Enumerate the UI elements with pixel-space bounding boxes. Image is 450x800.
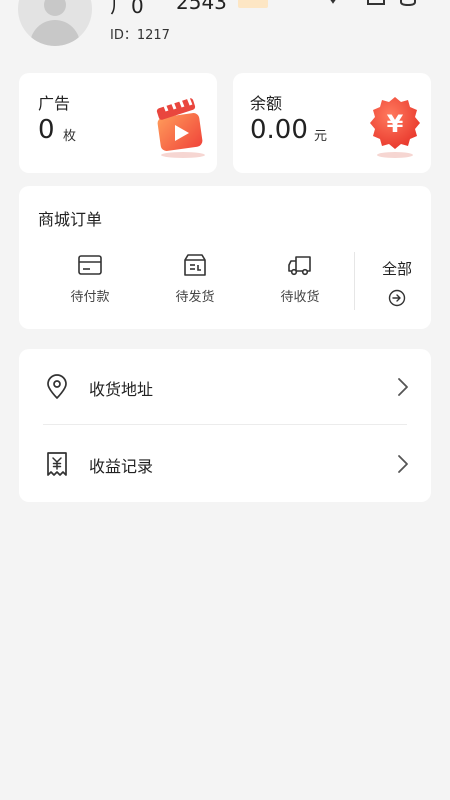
orders-divider — [354, 252, 355, 310]
order-pending-payment[interactable]: 待付款 — [50, 252, 130, 305]
video-clapper-icon — [156, 95, 205, 158]
menu-divider — [43, 424, 407, 425]
order-pending-shipment-label: 待发货 — [175, 290, 215, 305]
menu-card: 收货地址 收益记录 — [19, 349, 431, 502]
vip-badge — [238, 0, 268, 8]
wallet-card-icon — [78, 255, 102, 275]
menu-item-shipping-address[interactable]: 收货地址 — [19, 349, 431, 425]
location-pin-icon — [47, 374, 67, 399]
user-name: ㄏ0 — [110, 0, 145, 18]
orders-title: 商城订单 — [38, 210, 103, 229]
avatar[interactable] — [18, 0, 92, 46]
all-orders-button[interactable]: 全部 — [367, 258, 427, 307]
yuan-receipt-icon — [47, 452, 67, 476]
ads-unit: 枚 — [63, 129, 77, 144]
balance-card[interactable]: 余额 0.00 元 ¥ — [233, 73, 431, 173]
ads-card[interactable]: 广告 0 枚 — [19, 73, 217, 173]
delivery-truck-icon — [288, 256, 311, 276]
mall-orders-card: 商城订单 待付款 待发货 待收货 全部 — [19, 186, 431, 329]
balance-title: 余额 — [250, 94, 283, 113]
menu-item-label: 收益记录 — [89, 457, 154, 476]
balance-value: 0.00 — [250, 115, 308, 145]
ads-value: 0 — [38, 115, 55, 145]
ads-title: 广告 — [38, 94, 71, 113]
order-pending-receipt-label: 待收货 — [280, 290, 320, 305]
arrow-circle-right-icon — [388, 289, 406, 307]
chevron-right-icon — [398, 455, 408, 473]
menu-item-label: 收货地址 — [89, 380, 154, 399]
message-icon[interactable] — [366, 0, 388, 6]
settings-icon[interactable] — [398, 0, 420, 6]
order-pending-shipment[interactable]: 待发货 — [155, 252, 235, 305]
user-id: ID：1217 — [110, 28, 170, 43]
user-name-suffix: 2543 — [176, 0, 227, 14]
order-pending-receipt[interactable]: 待收货 — [260, 252, 340, 305]
yuan-coin-icon: ¥ — [370, 97, 420, 158]
svg-text:¥: ¥ — [387, 110, 404, 138]
service-icon[interactable] — [322, 0, 344, 6]
profile-header: ㄏ0 2543 ID：1217 — [0, 0, 450, 60]
order-pending-payment-label: 待付款 — [70, 290, 110, 305]
all-orders-label: 全部 — [381, 260, 412, 278]
chevron-right-icon — [398, 378, 408, 396]
menu-item-earnings-record[interactable]: 收益记录 — [19, 426, 431, 502]
balance-unit: 元 — [314, 129, 328, 144]
package-box-icon — [184, 254, 206, 276]
